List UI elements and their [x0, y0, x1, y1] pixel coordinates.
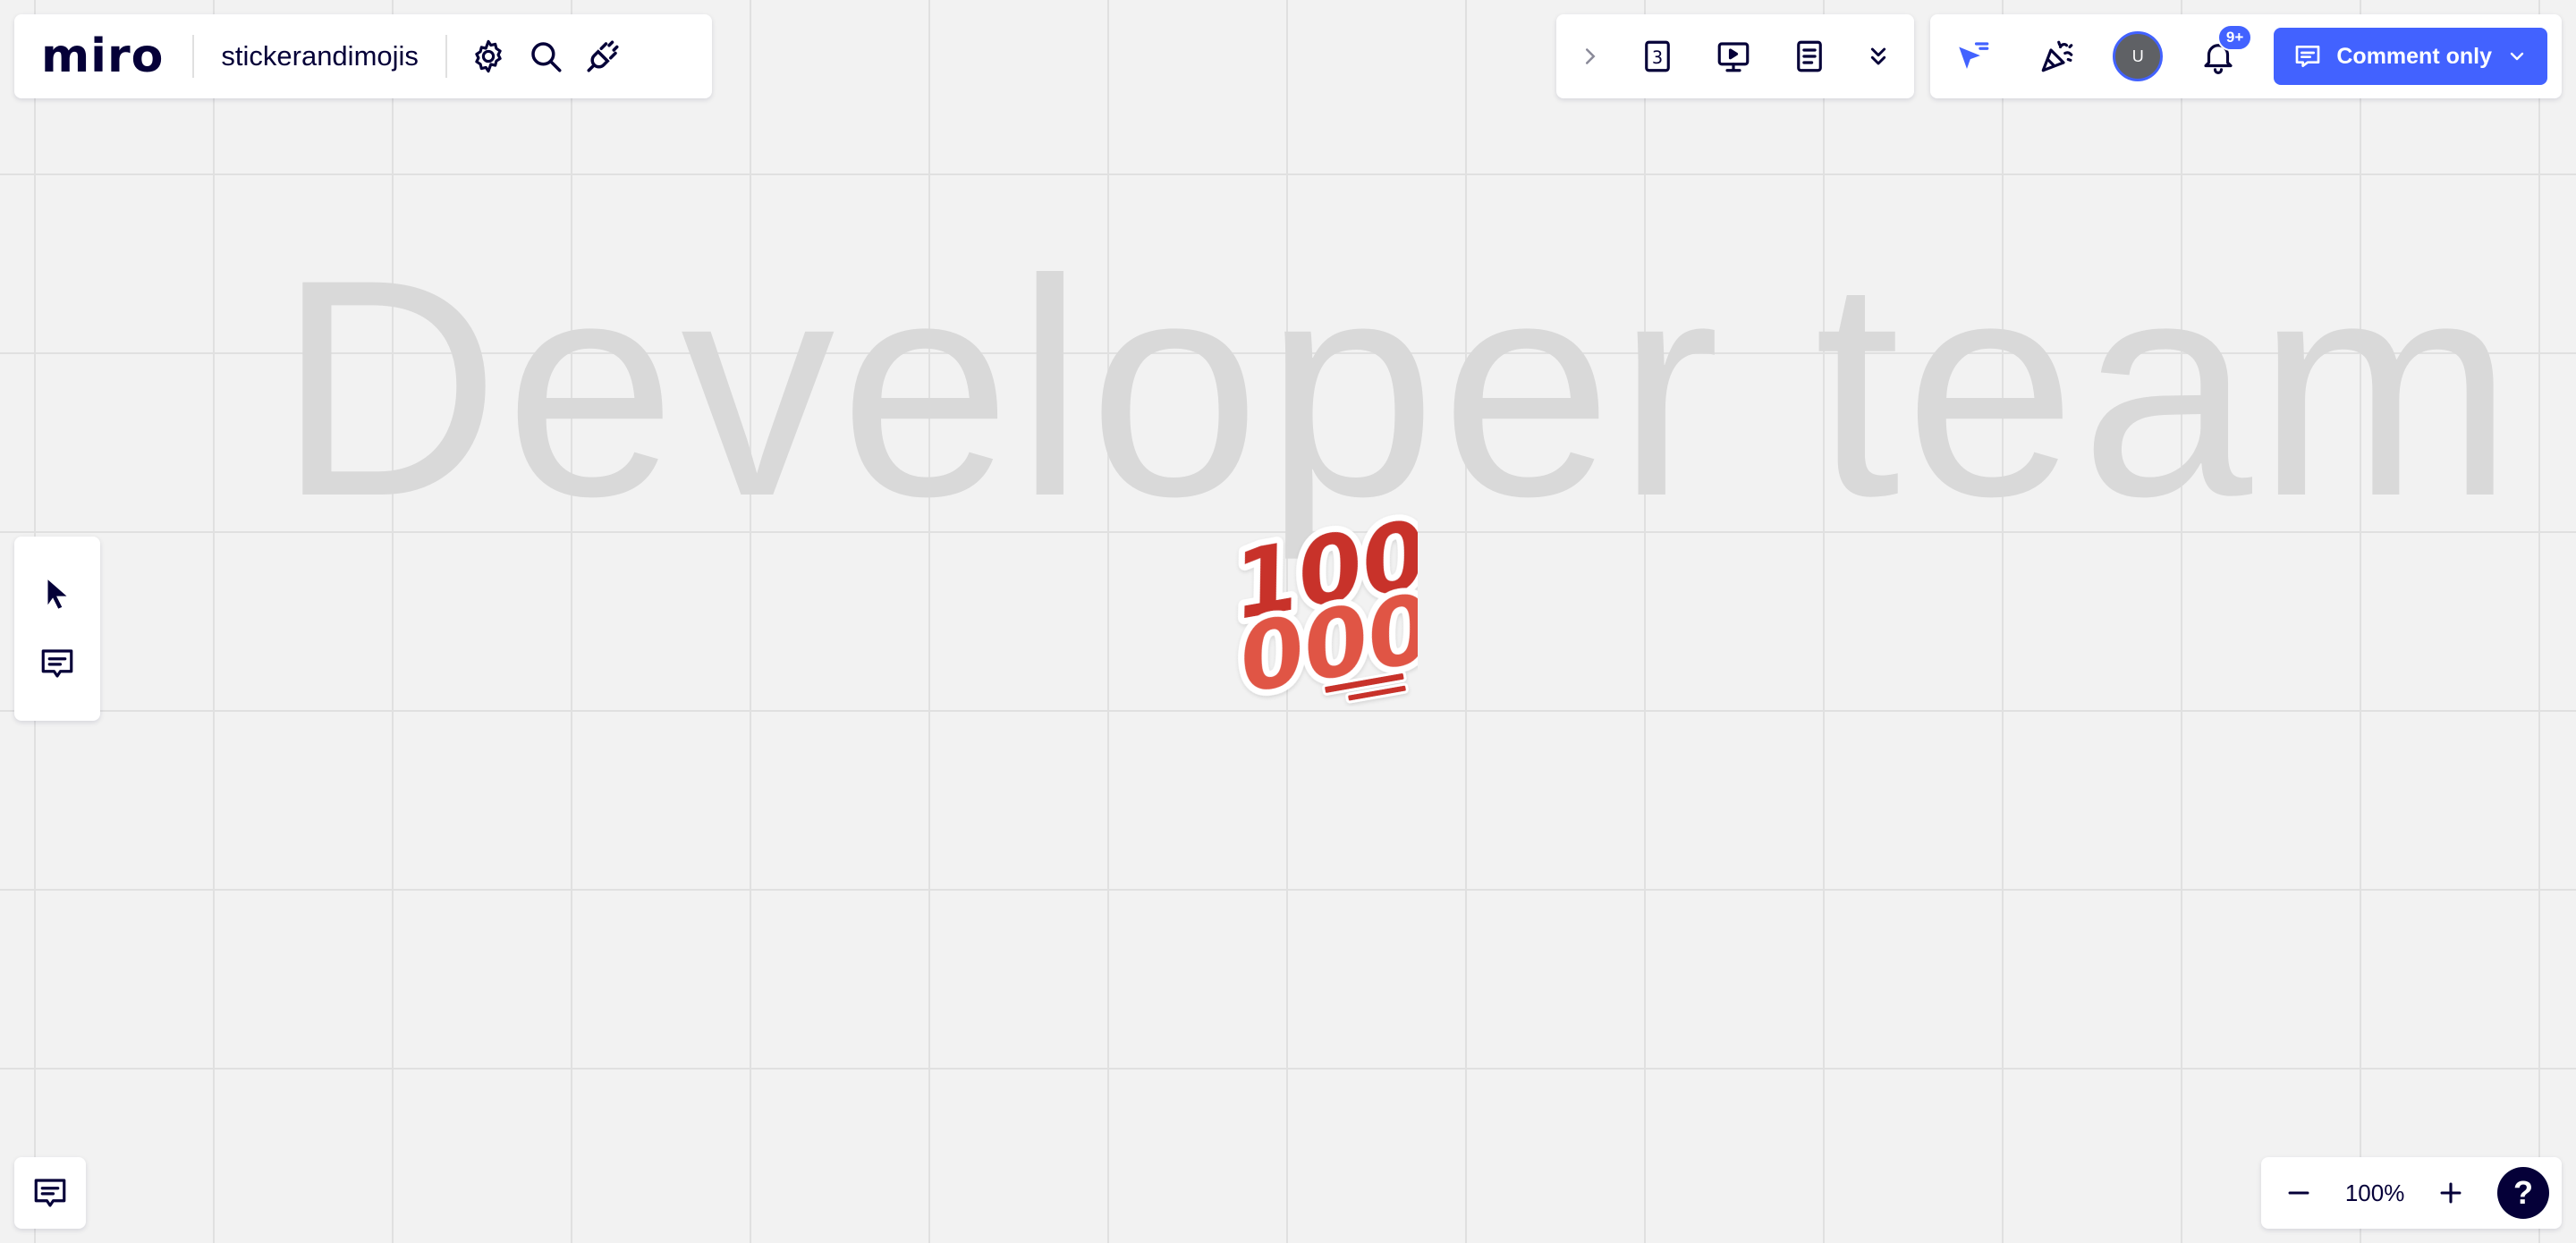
- cursor-follow-icon: [1959, 42, 1989, 69]
- zoom-out-button[interactable]: [2274, 1164, 2324, 1222]
- plug-icon: [587, 40, 619, 72]
- document-icon: [1797, 40, 1822, 72]
- frame-title[interactable]: Developer team: [277, 234, 2518, 543]
- chevron-down-icon: [2510, 52, 2524, 61]
- celebrate-icon: [2041, 40, 2073, 72]
- hundred-points-sticker[interactable]: 1000 1000 0000 0000: [1203, 482, 1512, 721]
- board-tools: 3: [1556, 14, 1914, 98]
- miro-logo[interactable]: miro: [41, 33, 164, 80]
- zoom-level[interactable]: 100%: [2345, 1180, 2405, 1207]
- comment-only-button[interactable]: Comment only: [2274, 28, 2547, 85]
- comment-only-label: Comment only: [2336, 43, 2492, 69]
- zoom-controls: 100% ?: [2261, 1157, 2562, 1229]
- comment-icon: [2296, 46, 2320, 67]
- presentation-icon: [1717, 42, 1750, 72]
- zoom-in-icon: [2440, 1182, 2462, 1204]
- settings-button[interactable]: [460, 28, 517, 85]
- select-cursor-icon: [47, 579, 67, 609]
- chevron-right-icon: [1586, 48, 1596, 64]
- comments-panel-toggle[interactable]: [14, 1157, 86, 1229]
- cursor-follow-button[interactable]: [1945, 28, 2002, 85]
- help-button[interactable]: ?: [2496, 1167, 2549, 1219]
- comment-icon: [41, 649, 73, 678]
- search-icon: [531, 42, 562, 72]
- comments-panel-icon: [34, 1179, 66, 1207]
- board-name[interactable]: stickerandimojis: [207, 40, 433, 72]
- divider: [445, 35, 447, 78]
- frames-button[interactable]: 3: [1629, 28, 1686, 85]
- notification-badge: 9+: [2216, 24, 2253, 51]
- left-toolbar: [14, 537, 100, 721]
- more-tools-button[interactable]: [1857, 28, 1900, 85]
- help-icon: ?: [2512, 1174, 2533, 1211]
- presentation-button[interactable]: [1705, 28, 1762, 85]
- zoom-in-button[interactable]: [2426, 1164, 2476, 1222]
- search-button[interactable]: [517, 28, 574, 85]
- hundred-sticker-art: 1000 1000 0000 0000: [1219, 482, 1512, 721]
- zoom-out-icon: [2288, 1191, 2309, 1195]
- collaboration-bar: U 9+ Comment only: [1930, 14, 2562, 98]
- frame-count: 3: [1652, 47, 1663, 68]
- select-tool-button[interactable]: [29, 565, 86, 622]
- comment-tool-button[interactable]: [29, 635, 86, 692]
- notifications-button[interactable]: 9+: [2190, 24, 2253, 85]
- double-chevron-down-icon: [1870, 47, 1886, 65]
- reactions-button[interactable]: [2029, 28, 2086, 85]
- avatar[interactable]: U: [2113, 31, 2164, 81]
- integrations-button[interactable]: [574, 28, 631, 85]
- expand-toolbar-button[interactable]: [1571, 28, 1610, 85]
- notes-button[interactable]: [1781, 28, 1838, 85]
- board-header: miro stickerandimojis: [14, 14, 712, 98]
- frame-count-icon: 3: [1645, 40, 1670, 72]
- gear-icon: [475, 39, 502, 73]
- divider: [192, 35, 195, 78]
